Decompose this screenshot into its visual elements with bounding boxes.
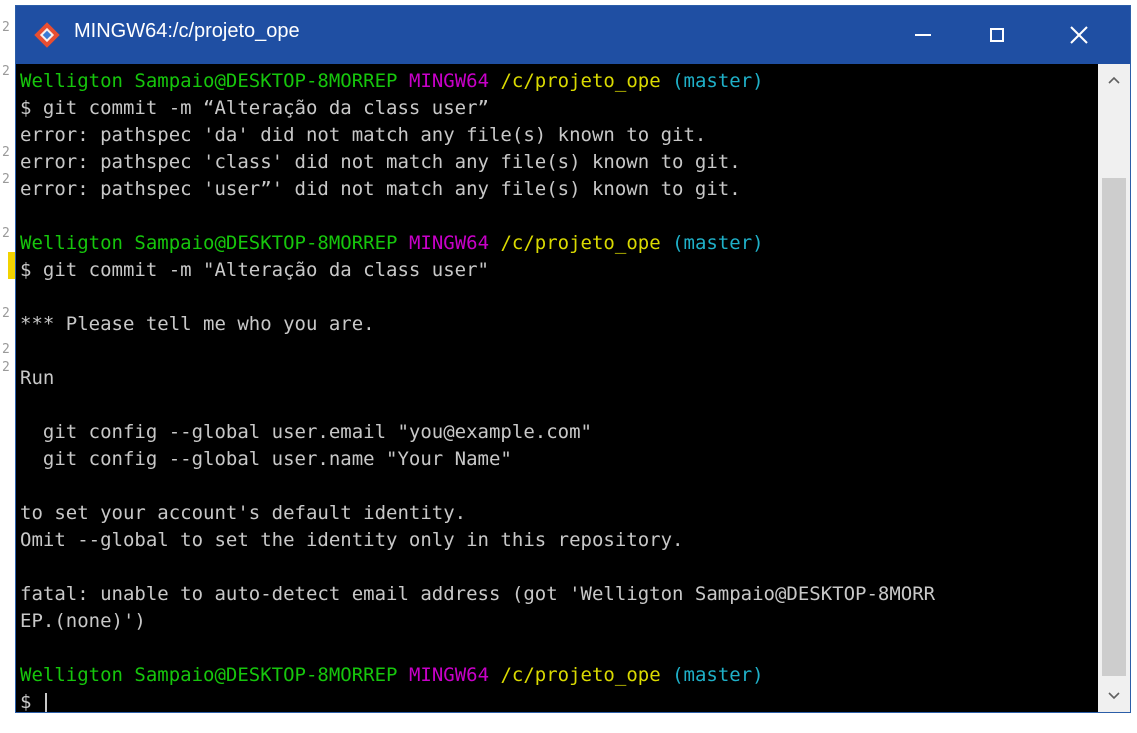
gutter-mark: 2	[2, 360, 10, 375]
editor-gutter: 2 2 2 2 2 2 2 2	[0, 0, 16, 720]
vertical-scrollbar[interactable]	[1098, 64, 1130, 712]
title-bar[interactable]: MINGW64:/c/projeto_ope	[16, 6, 1130, 64]
output-line: Run	[20, 367, 55, 389]
prompt-env: MINGW64	[408, 232, 490, 254]
scroll-up-arrow-icon	[1108, 76, 1120, 84]
prompt-env: MINGW64	[408, 664, 490, 686]
window-title: MINGW64:/c/projeto_ope	[74, 20, 300, 42]
prompt-line: Welligton Sampaio@DESKTOP-8MORREP MINGW6…	[20, 662, 764, 689]
prompt-user-host: Welligton Sampaio@DESKTOP-8MORREP	[20, 664, 398, 686]
scrollbar-thumb[interactable]	[1102, 178, 1126, 676]
scroll-up-button[interactable]	[1098, 64, 1130, 96]
minimize-icon	[915, 34, 931, 36]
gutter-mark: 2	[2, 145, 10, 160]
maximize-icon	[990, 28, 1004, 42]
scroll-down-button[interactable]	[1098, 680, 1130, 712]
git-bash-icon	[34, 22, 60, 48]
gutter-mark: 2	[2, 20, 10, 35]
prompt-path: /c/projeto_ope	[500, 232, 661, 254]
prompt-line: Welligton Sampaio@DESKTOP-8MORREP MINGW6…	[20, 68, 764, 95]
output-line: *** Please tell me who you are.	[20, 313, 375, 335]
command-line: $ git commit -m “Alteração da class user…	[20, 97, 489, 119]
prompt-symbol: $	[20, 691, 43, 712]
prompt-user-host: Welligton Sampaio@DESKTOP-8MORREP	[20, 70, 398, 92]
error-line: error: pathspec 'class' did not match an…	[20, 151, 741, 173]
prompt-path: /c/projeto_ope	[500, 70, 661, 92]
prompt-branch: (master)	[672, 664, 764, 686]
close-button[interactable]	[1048, 6, 1110, 64]
output-line: Omit --global to set the identity only i…	[20, 529, 684, 551]
scroll-down-arrow-icon	[1108, 692, 1120, 700]
command-line: $ git commit -m "Alteração da class user…	[20, 259, 489, 281]
prompt-env: MINGW64	[408, 70, 490, 92]
output-line: git config --global user.email "you@exam…	[20, 421, 592, 443]
gutter-mark: 2	[2, 64, 10, 79]
prompt-branch: (master)	[672, 70, 764, 92]
prompt-path: /c/projeto_ope	[500, 664, 661, 686]
gutter-mark: 2	[2, 172, 10, 187]
prompt-line: Welligton Sampaio@DESKTOP-8MORREP MINGW6…	[20, 230, 764, 257]
prompt-branch: (master)	[672, 232, 764, 254]
error-line: error: pathspec 'user”' did not match an…	[20, 178, 741, 200]
terminal-output[interactable]: Welligton Sampaio@DESKTOP-8MORREP MINGW6…	[16, 64, 1098, 712]
fatal-line: EP.(none)')	[20, 610, 146, 632]
output-line: to set your account's default identity.	[20, 502, 467, 524]
input-line[interactable]: $	[20, 689, 47, 712]
prompt-user-host: Welligton Sampaio@DESKTOP-8MORREP	[20, 232, 398, 254]
gutter-highlight-marker	[8, 252, 16, 279]
error-line: error: pathspec 'da' did not match any f…	[20, 124, 707, 146]
close-icon	[1070, 26, 1088, 44]
output-line: git config --global user.name "Your Name…	[20, 448, 512, 470]
maximize-button[interactable]	[966, 6, 1028, 64]
gutter-mark: 2	[2, 306, 10, 321]
gutter-mark: 2	[2, 226, 10, 241]
minimize-button[interactable]	[892, 6, 954, 64]
gutter-mark: 2	[2, 342, 10, 357]
terminal-window: MINGW64:/c/projeto_ope Welligton Sampaio…	[16, 6, 1130, 712]
fatal-line: fatal: unable to auto-detect email addre…	[20, 583, 936, 605]
text-cursor	[44, 692, 47, 712]
